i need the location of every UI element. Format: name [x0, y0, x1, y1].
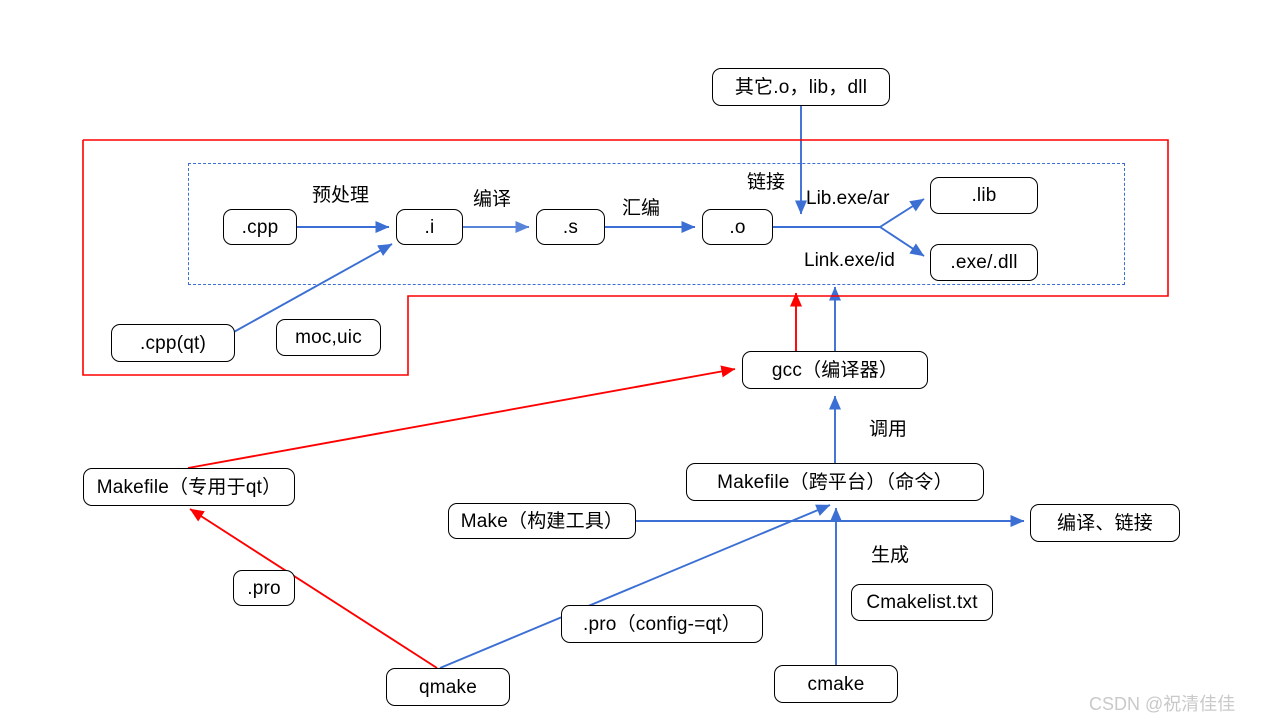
node-lib[interactable]: .lib — [930, 177, 1038, 214]
node-lib-label: .lib — [971, 185, 997, 206]
node-compile-link[interactable]: 编译、链接 — [1030, 504, 1180, 542]
node-pro-noqt[interactable]: .pro（config-=qt） — [561, 605, 763, 643]
node-cmakelist-label: Cmakelist.txt — [866, 592, 978, 613]
node-i-label: .i — [424, 216, 435, 238]
node-cpp-qt-label: .cpp(qt) — [139, 332, 206, 354]
node-moc-uic-label: moc,uic — [295, 327, 362, 348]
node-s-label: .s — [562, 216, 579, 238]
edge-label-link-exe-id: Link.exe/id — [804, 250, 895, 271]
node-make-tool-label: Make（构建工具） — [460, 510, 624, 532]
edge-label-generate: 生成 — [871, 545, 910, 566]
node-makefile-qt[interactable]: Makefile（专用于qt） — [83, 468, 295, 506]
node-compile-link-label: 编译、链接 — [1056, 512, 1153, 534]
node-qmake-label: qmake — [418, 676, 478, 698]
node-other-objects[interactable]: 其它.o，lib，dll — [712, 68, 890, 106]
edge-label-invoke: 调用 — [869, 419, 908, 440]
edge-label-preprocess: 预处理 — [312, 185, 370, 206]
node-moc-uic[interactable]: moc,uic — [276, 319, 381, 356]
node-exe-dll[interactable]: .exe/.dll — [930, 244, 1038, 281]
node-cmake-label: cmake — [807, 673, 865, 695]
node-qmake[interactable]: qmake — [386, 668, 510, 706]
node-cmake[interactable]: cmake — [774, 665, 898, 703]
node-s[interactable]: .s — [536, 209, 605, 245]
node-pro-label: .pro — [247, 577, 281, 599]
node-exe-dll-label: .exe/.dll — [950, 252, 1018, 273]
edge-label-compile: 编译 — [473, 189, 512, 210]
node-other-objects-label: 其它.o，lib，dll — [734, 76, 868, 98]
node-cpp-label: .cpp — [241, 216, 279, 238]
diagram-canvas: 其它.o，lib，dll .cpp .i .s .o .lib .exe/.dl… — [0, 0, 1280, 720]
edge-label-lib-exe-ar: Lib.exe/ar — [806, 188, 890, 209]
csdn-watermark: CSDN @祝清佳佳 — [1089, 694, 1236, 714]
node-o[interactable]: .o — [702, 209, 773, 245]
node-gcc[interactable]: gcc（编译器） — [742, 351, 928, 389]
node-i[interactable]: .i — [396, 209, 463, 245]
node-make-tool[interactable]: Make（构建工具） — [448, 503, 636, 539]
node-makefile-qt-label: Makefile（专用于qt） — [96, 476, 282, 498]
node-pro[interactable]: .pro — [233, 570, 295, 606]
node-gcc-label: gcc（编译器） — [771, 359, 899, 381]
node-cpp-qt[interactable]: .cpp(qt) — [111, 324, 235, 362]
node-pro-noqt-label: .pro（config-=qt） — [583, 613, 741, 635]
node-cpp[interactable]: .cpp — [223, 209, 297, 245]
node-makefile-crossplatform-label: Makefile（跨平台）（命令） — [717, 471, 953, 493]
node-o-label: .o — [729, 216, 746, 238]
edge-label-assemble: 汇编 — [622, 198, 661, 219]
node-makefile-crossplatform[interactable]: Makefile（跨平台）（命令） — [686, 463, 984, 501]
edge-label-link: 链接 — [747, 172, 786, 193]
node-cmakelist[interactable]: Cmakelist.txt — [851, 584, 993, 621]
